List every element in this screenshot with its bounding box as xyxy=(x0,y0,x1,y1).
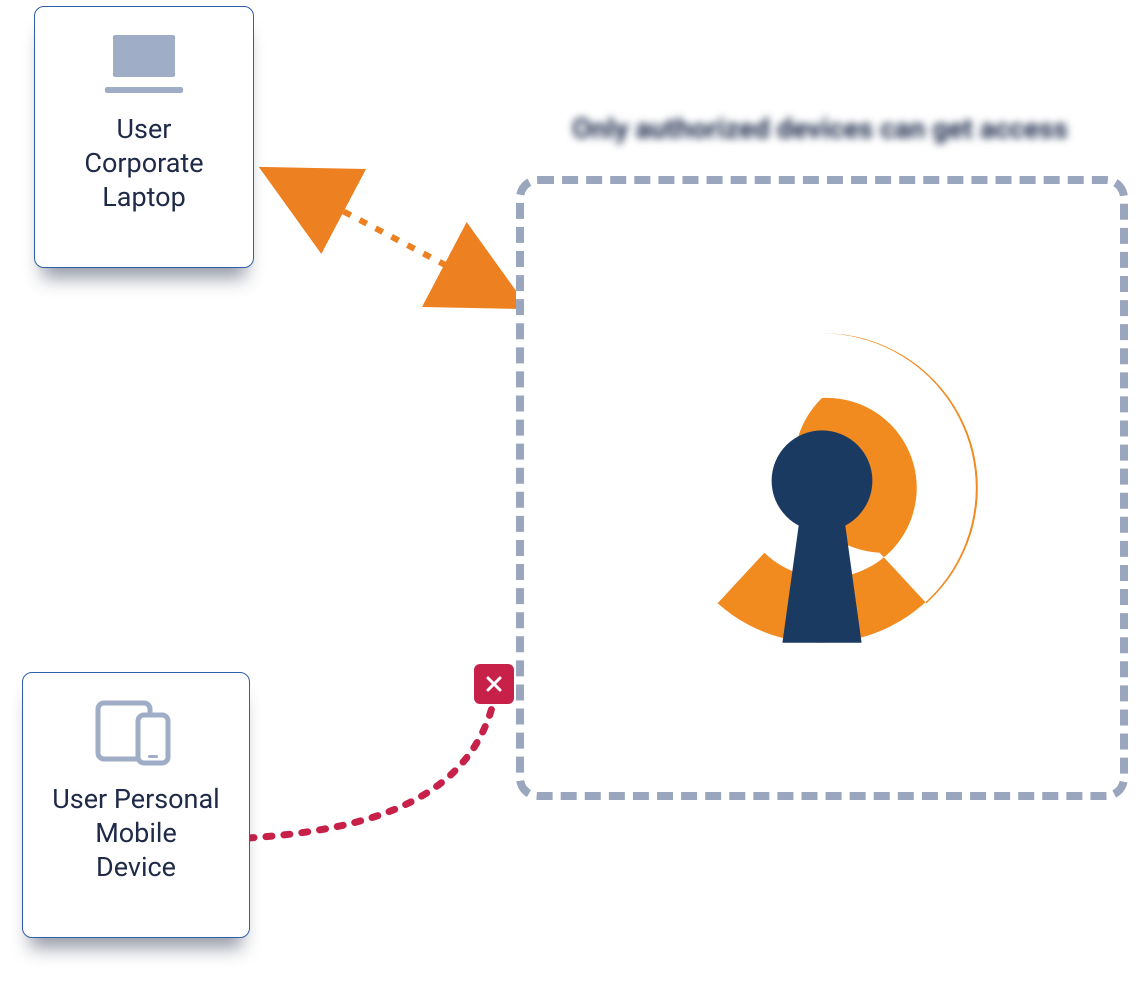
laptop-icon xyxy=(53,29,235,99)
vpn-access-box xyxy=(516,176,1128,800)
node-personal-mobile: User Personal Mobile Device xyxy=(22,672,250,938)
connector-blocked xyxy=(248,700,494,838)
connector-allowed xyxy=(280,178,508,298)
devices-icon xyxy=(41,695,231,769)
diagram-stage: User Corporate Laptop User Personal Mobi… xyxy=(0,0,1136,988)
box-title: Only authorized devices can get access xyxy=(520,112,1120,145)
node-corporate-laptop: User Corporate Laptop xyxy=(34,6,254,268)
openvpn-logo-icon xyxy=(642,308,1002,668)
node-label: User Corporate Laptop xyxy=(84,113,203,214)
blocked-badge xyxy=(474,664,514,704)
close-icon xyxy=(484,674,504,694)
node-label: User Personal Mobile Device xyxy=(52,783,219,884)
